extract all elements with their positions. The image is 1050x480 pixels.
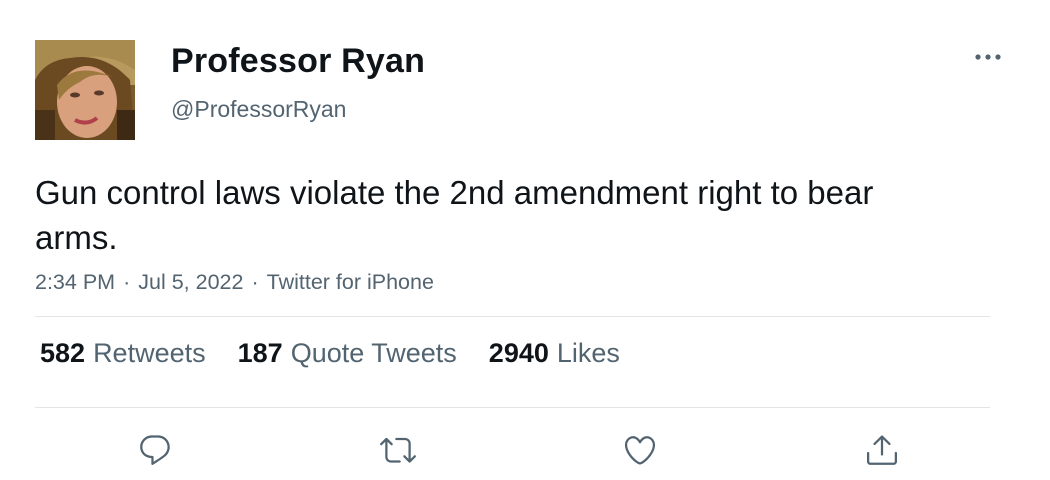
tweet-text: Gun control laws violate the 2nd amendme… [35,174,874,256]
divider [35,407,990,408]
tweet-date[interactable]: Jul 5, 2022 [138,270,243,294]
retweet-icon [380,437,416,463]
share-button[interactable] [860,428,904,472]
user-handle[interactable]: @ProfessorRyan [171,96,346,123]
retweets-count: 582 [40,338,86,368]
divider [35,316,990,317]
heart-icon [624,436,656,465]
like-button[interactable] [618,428,662,472]
likes-label: Likes [556,338,620,368]
tweet-source[interactable]: Twitter for iPhone [267,270,434,294]
quote-tweets-stat[interactable]: 187 Quote Tweets [238,338,457,369]
retweets-stat[interactable]: 582 Retweets [40,338,206,369]
action-bar [0,428,1050,472]
tweet-metadata: 2:34 PM · Jul 5, 2022 · Twitter for iPhone [35,270,434,295]
quote-tweets-count: 187 [237,338,283,368]
likes-stat[interactable]: 2940 Likes [489,338,620,369]
meta-separator: · [123,270,131,294]
share-icon [867,435,897,465]
avatar[interactable] [35,40,135,140]
meta-separator: · [251,270,259,294]
quote-tweets-label: Quote Tweets [290,338,457,368]
reply-icon [140,435,170,465]
retweet-button[interactable] [376,428,420,472]
more-options-button[interactable] [966,40,1010,74]
tweet-time[interactable]: 2:34 PM [35,270,115,294]
retweets-label: Retweets [93,338,206,368]
more-dots-icon [975,54,1001,60]
likes-count: 2940 [488,338,549,368]
reply-button[interactable] [133,428,177,472]
tweet-stats: 582 Retweets 187 Quote Tweets 2940 Likes [40,338,620,369]
display-name[interactable]: Professor Ryan [171,42,425,81]
profile-photo-icon [35,40,135,140]
